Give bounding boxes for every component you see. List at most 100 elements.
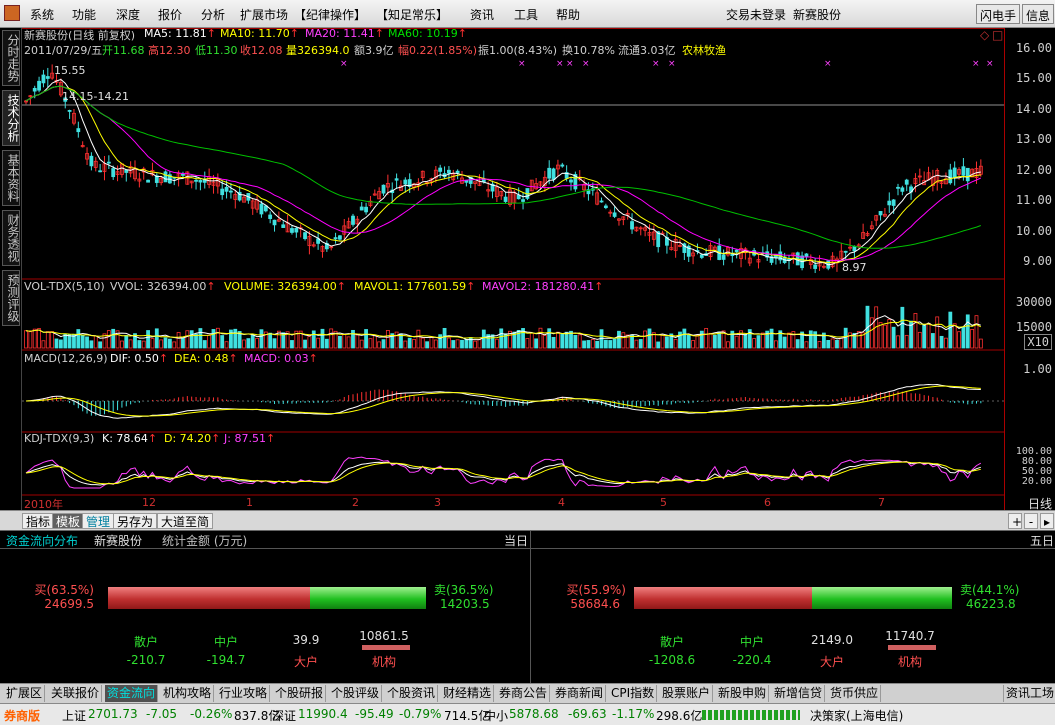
menu-depth[interactable]: 深度 — [116, 6, 140, 23]
btab-stock-rating[interactable]: 个股评级 — [329, 685, 383, 702]
menu-ext-market[interactable]: 扩展市场 — [240, 6, 288, 23]
btab-broker-news[interactable]: 券商新闻 — [553, 685, 607, 702]
ma5-label: MA5: 11.81↑ — [144, 27, 216, 40]
volume-bar — [98, 341, 103, 349]
sme-index-change: -69.63 — [568, 707, 607, 721]
btab-ext-area[interactable]: 扩展区 — [4, 685, 46, 702]
subtab-manage[interactable]: 管理 — [82, 513, 115, 529]
volume-bar — [717, 331, 722, 349]
candle-body — [272, 219, 277, 226]
today-big-value: 39.9 — [292, 633, 320, 647]
candle-body — [76, 128, 81, 133]
tab-technical[interactable]: 技术分析 — [2, 90, 20, 146]
zoom-in-button[interactable]: + — [1008, 513, 1022, 529]
diamond-icon[interactable]: ◇ — [980, 28, 989, 42]
subtab-save-as[interactable]: 另存为 — [113, 513, 158, 529]
btab-cpi[interactable]: CPI指数 — [609, 685, 658, 702]
candle-body — [224, 186, 229, 192]
btab-stock-news[interactable]: 个股资讯 — [385, 685, 439, 702]
candle-body — [551, 168, 556, 180]
volume-bar — [364, 329, 368, 349]
btab-info-factory[interactable]: 资讯工场 — [1003, 685, 1055, 702]
volume-bar — [573, 334, 578, 349]
candle-body — [603, 205, 608, 209]
candle-body — [111, 168, 116, 178]
sme-index-label[interactable]: 中小 — [484, 707, 508, 724]
volume-bar — [351, 329, 355, 349]
btab-stock-research[interactable]: 个股研报 — [273, 685, 327, 702]
volume-bar — [124, 335, 129, 349]
sme-index-amount: 298.6亿 — [656, 709, 703, 723]
volume-bar — [782, 336, 787, 349]
price-axis: 16.00 15.00 14.00 13.00 12.00 11.00 10.0… — [1004, 28, 1055, 511]
sz-index-label[interactable]: 深证 — [272, 707, 296, 724]
time-label-4: 4 — [558, 496, 565, 509]
btab-money-supply[interactable]: 货币供应 — [828, 685, 882, 702]
info-button[interactable]: 信息 — [1022, 4, 1055, 24]
volume-bar — [608, 340, 613, 349]
menu-news[interactable]: 资讯 — [470, 6, 494, 23]
btab-ipo[interactable]: 新股申购 — [716, 685, 770, 702]
five-buy-sell-bar — [634, 587, 952, 609]
server-name[interactable]: 决策家(上海电信) — [810, 707, 903, 724]
menu-quote[interactable]: 报价 — [158, 6, 182, 23]
btab-related-quote[interactable]: 关联报价 — [49, 685, 103, 702]
menu-discipline[interactable]: 【纪律操作】 — [294, 6, 366, 23]
today-inst-label: 机构 — [371, 655, 396, 669]
capital-flow-panel: 资金流向分布 新赛股份 统计金额 (万元) 当日 五日 买(63.5%) 246… — [0, 530, 1055, 684]
menu-help[interactable]: 帮助 — [556, 6, 580, 23]
volume-bar — [442, 327, 447, 349]
menu-content[interactable]: 【知足常乐】 — [376, 6, 448, 23]
candle-body — [394, 178, 399, 181]
volume-bar — [146, 330, 150, 349]
btab-finance-select[interactable]: 财经精选 — [441, 685, 495, 702]
subtab-template[interactable]: 模板 — [52, 513, 85, 529]
btab-inst-strategy[interactable]: 机构攻略 — [161, 685, 215, 702]
volume-bar — [167, 338, 172, 349]
volume-bar — [665, 336, 669, 349]
candle-body — [813, 264, 818, 269]
today-inst-value: 10861.5 — [359, 629, 409, 643]
vol-indicator-name: VOL-TDX(5,10) — [24, 280, 105, 293]
volume-bar — [460, 339, 464, 349]
zoom-out-button[interactable]: - — [1024, 513, 1038, 529]
tab-rating[interactable]: 预测评级 — [2, 270, 20, 326]
candle-body — [198, 180, 203, 183]
tab-intraday[interactable]: 分时走势 — [2, 30, 20, 86]
ma20-label: MA20: 11.41↑ — [305, 27, 384, 40]
event-marker: × — [566, 59, 574, 69]
candle-body — [98, 170, 103, 173]
menu-function[interactable]: 功能 — [72, 6, 96, 23]
volume-bar — [586, 340, 591, 349]
tab-basic-info[interactable]: 基本资料 — [2, 150, 20, 206]
subtab-indicator[interactable]: 指标 — [22, 513, 55, 529]
kline-chart-area[interactable]: × × × × × × × × × × 新赛股份(日线 前复权) MA5: 11.81↑ MA10… — [22, 27, 1004, 511]
tab-financial[interactable]: 财务透视 — [2, 210, 20, 266]
btab-broker-notice[interactable]: 券商公告 — [497, 685, 551, 702]
today-big-label: 大户 — [293, 655, 318, 669]
candle-body — [259, 203, 264, 215]
volume-bar — [656, 341, 661, 349]
btab-industry-strategy[interactable]: 行业攻略 — [217, 685, 271, 702]
volume-bar — [826, 339, 831, 349]
flow-title[interactable]: 资金流向分布 — [6, 532, 78, 549]
candle-body — [403, 179, 408, 185]
scroll-right-button[interactable]: ▸ — [1040, 513, 1054, 529]
price-tick-16: 16.00 — [1015, 41, 1052, 55]
menu-tools[interactable]: 工具 — [514, 6, 538, 23]
flash-button[interactable]: 闪电手 — [976, 4, 1021, 24]
menu-system[interactable]: 系统 — [30, 6, 54, 23]
btab-capital-flow[interactable]: 资金流向 — [105, 685, 159, 702]
subtab-dadao[interactable]: 大道至简 — [157, 513, 214, 529]
volume-bar — [900, 306, 905, 349]
menu-analysis[interactable]: 分析 — [201, 6, 225, 23]
candle-body — [560, 164, 565, 167]
price-tick-15: 15.00 — [1015, 71, 1052, 85]
d-label: D: 74.20↑ — [164, 432, 221, 445]
btab-new-credit[interactable]: 新增信贷 — [772, 685, 826, 702]
candle-body — [804, 253, 809, 258]
volume-bar — [220, 335, 225, 349]
square-icon[interactable]: □ — [992, 28, 1003, 42]
sh-index-label[interactable]: 上证 — [62, 707, 86, 724]
btab-stock-account[interactable]: 股票账户 — [660, 685, 714, 702]
